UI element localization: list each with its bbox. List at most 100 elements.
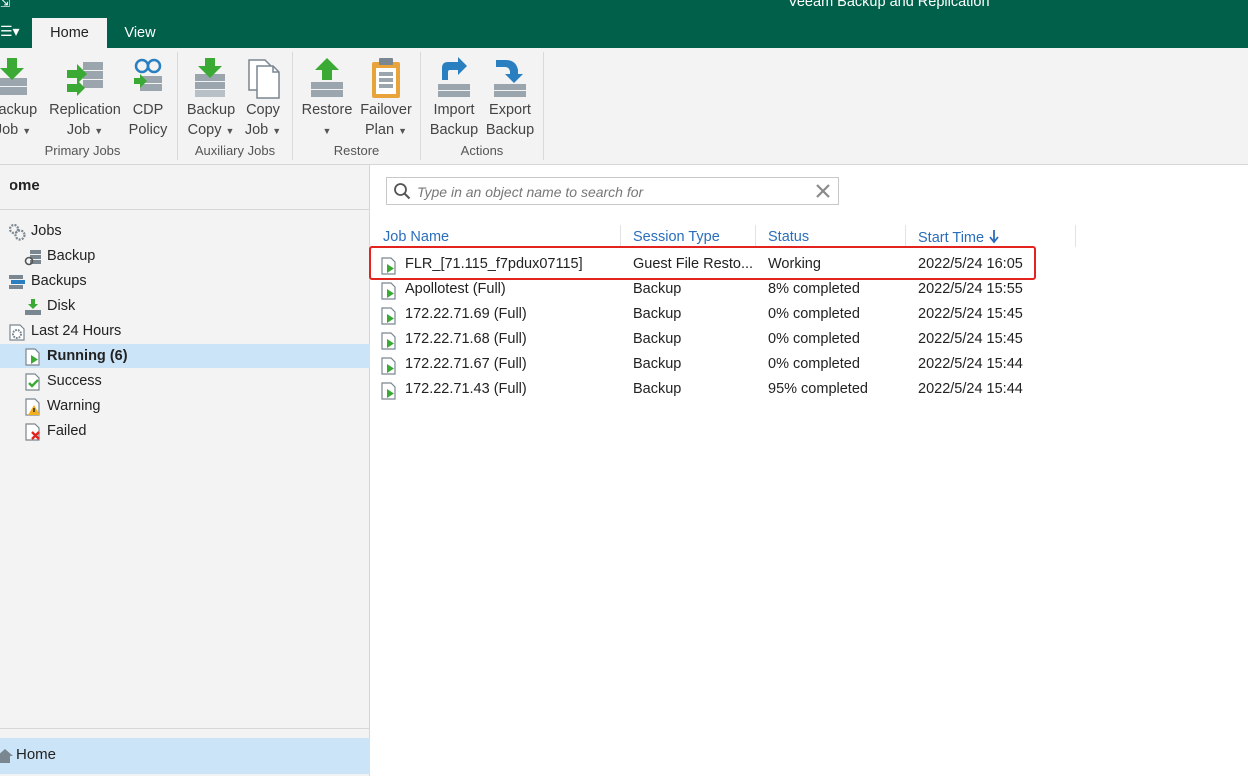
- navigation-pane: Home Jobs Backup Backups Disk Last 24 Ho…: [0, 165, 370, 776]
- success-icon: [25, 373, 40, 391]
- import-backup-icon: [434, 56, 474, 100]
- search-icon: [394, 183, 411, 200]
- ribbon-group-actions: Import Backup Export Backup Actions: [421, 52, 544, 160]
- table-row[interactable]: 172.22.71.67 (Full) Backup 0% completed 202…: [380, 353, 1248, 378]
- export-backup-icon: [490, 56, 530, 100]
- clear-search-icon[interactable]: [815, 183, 831, 199]
- backup-job-icon: [0, 56, 33, 100]
- ribbon-group-label: Primary Jobs: [44, 143, 121, 158]
- session-type-cell: Backup: [633, 331, 682, 347]
- tree-item-disk[interactable]: Disk: [0, 294, 370, 318]
- running-icon: [25, 348, 40, 366]
- start-time-cell: 2022/5/24 15:44: [918, 356, 1023, 372]
- backup-job-button[interactable]: Backup Job ▼: [0, 52, 38, 141]
- app-title: Veeam Backup and Replication: [788, 0, 990, 10]
- backup-copy-button[interactable]: Backup Copy ▼: [184, 52, 238, 141]
- table-row[interactable]: 172.22.71.69 (Full) Backup 0% completed 202…: [380, 303, 1248, 328]
- session-type-cell: Backup: [633, 356, 682, 372]
- table-row[interactable]: 172.22.71.43 (Full) Backup 95% completed 20…: [380, 378, 1248, 403]
- session-type-cell: Backup: [633, 381, 682, 397]
- dropdown-arrow-icon: ▼: [94, 126, 104, 136]
- copy-job-button[interactable]: Copy Job ▼: [240, 52, 286, 141]
- job-running-icon: [381, 282, 396, 300]
- session-type-cell: Guest File Resto...: [633, 256, 754, 272]
- divider: [0, 209, 370, 210]
- ribbon: Backup Job ▼ Replication Job ▼: [0, 48, 1248, 165]
- tree-item-backup[interactable]: Backup: [0, 244, 370, 268]
- backup-job-small-icon: [24, 250, 41, 266]
- dropdown-arrow-icon: ▼: [272, 126, 282, 136]
- export-backup-button[interactable]: Export Backup: [483, 52, 537, 140]
- job-name-cell: 172.22.71.43 (Full): [405, 381, 527, 397]
- search-box: [386, 177, 839, 205]
- restore-window-icon[interactable]: ⇲: [0, 0, 10, 10]
- import-backup-button[interactable]: Import Backup: [427, 52, 481, 140]
- copy-job-icon: [243, 56, 283, 100]
- start-time-cell: 2022/5/24 15:45: [918, 331, 1023, 347]
- start-time-cell: 2022/5/24 16:05: [918, 256, 1023, 272]
- tree-item-warning[interactable]: Warning: [0, 394, 370, 418]
- status-cell: 0% completed: [768, 356, 860, 372]
- session-type-cell: Backup: [633, 306, 682, 322]
- tree-item-jobs[interactable]: Jobs: [0, 219, 370, 243]
- column-separator[interactable]: [620, 225, 621, 247]
- column-header-status[interactable]: Status: [768, 229, 809, 245]
- tree-item-running[interactable]: Running (6): [0, 344, 370, 368]
- status-cell: 95% completed: [768, 381, 868, 397]
- job-running-icon: [381, 332, 396, 350]
- main-menu-button[interactable]: ☰▾: [0, 20, 20, 42]
- start-time-cell: 2022/5/24 15:55: [918, 281, 1023, 297]
- column-header-start-time[interactable]: Start Time: [918, 229, 1000, 246]
- home-icon: [0, 749, 13, 763]
- column-separator[interactable]: [905, 225, 906, 247]
- backup-copy-icon: [191, 56, 231, 100]
- column-separator[interactable]: [1075, 225, 1076, 247]
- tab-home[interactable]: Home: [32, 18, 107, 48]
- title-bar: ⇲ Veeam Backup and Replication ☰▾ Home V…: [0, 0, 1248, 48]
- ribbon-group-label: Actions: [460, 143, 504, 158]
- status-cell: 0% completed: [768, 306, 860, 322]
- hamburger-menu-icon: ☰▾: [0, 23, 20, 39]
- ribbon-group-label: Auxiliary Jobs: [194, 143, 276, 158]
- ribbon-group-primary-jobs: Backup Job ▼ Replication Job ▼: [0, 52, 178, 160]
- gears-icon: [8, 223, 26, 241]
- backups-icon: [9, 275, 25, 289]
- start-time-cell: 2022/5/24 15:44: [918, 381, 1023, 397]
- job-running-icon: [381, 257, 396, 275]
- tab-view[interactable]: View: [112, 18, 168, 48]
- tree-item-failed[interactable]: Failed: [0, 419, 370, 443]
- tree-item-last-24-hours[interactable]: Last 24 Hours: [0, 319, 370, 343]
- nav-header: Home: [0, 177, 40, 194]
- ribbon-group-auxiliary-jobs: Backup Copy ▼ Copy Job ▼ Auxiliary Jobs: [178, 52, 293, 160]
- cdp-policy-icon: [128, 56, 168, 100]
- tree-item-backups[interactable]: Backups: [0, 269, 370, 293]
- dropdown-arrow-icon: ▼: [322, 126, 332, 136]
- search-input[interactable]: [417, 182, 807, 202]
- column-header-session-type[interactable]: Session Type: [633, 229, 720, 245]
- table-row[interactable]: Apollotest (Full) Backup 8% completed 2022/…: [380, 278, 1248, 303]
- gear-icon: [9, 324, 25, 341]
- ribbon-group-restore: Restore ▼ Failover Plan ▼ Restore: [293, 52, 421, 160]
- tree-item-success[interactable]: Success: [0, 369, 370, 393]
- job-name-cell: 172.22.71.68 (Full): [405, 331, 527, 347]
- table-row[interactable]: FLR_[71.115_f7pdux07115] Guest File Resto…: [380, 253, 1248, 278]
- status-cell: 0% completed: [768, 331, 860, 347]
- status-cell: 8% completed: [768, 281, 860, 297]
- failover-plan-button[interactable]: Failover Plan ▼: [357, 52, 415, 141]
- nav-home-button[interactable]: Home: [0, 738, 370, 774]
- ribbon-group-label: Restore: [333, 143, 380, 158]
- failed-icon: [25, 423, 40, 441]
- job-name-cell: FLR_[71.115_f7pdux07115]: [405, 256, 583, 272]
- warning-icon: [25, 398, 40, 416]
- job-running-icon: [381, 382, 396, 400]
- column-header-job-name[interactable]: Job Name: [383, 229, 449, 245]
- replication-job-button[interactable]: Replication Job ▼: [43, 52, 127, 141]
- divider: [0, 728, 370, 729]
- column-separator[interactable]: [755, 225, 756, 247]
- disk-icon: [25, 299, 41, 315]
- dropdown-arrow-icon: ▼: [22, 126, 32, 136]
- restore-button[interactable]: Restore ▼: [299, 52, 355, 141]
- job-running-icon: [381, 307, 396, 325]
- cdp-policy-button[interactable]: CDP Policy: [124, 52, 172, 140]
- table-row[interactable]: 172.22.71.68 (Full) Backup 0% completed 202…: [380, 328, 1248, 353]
